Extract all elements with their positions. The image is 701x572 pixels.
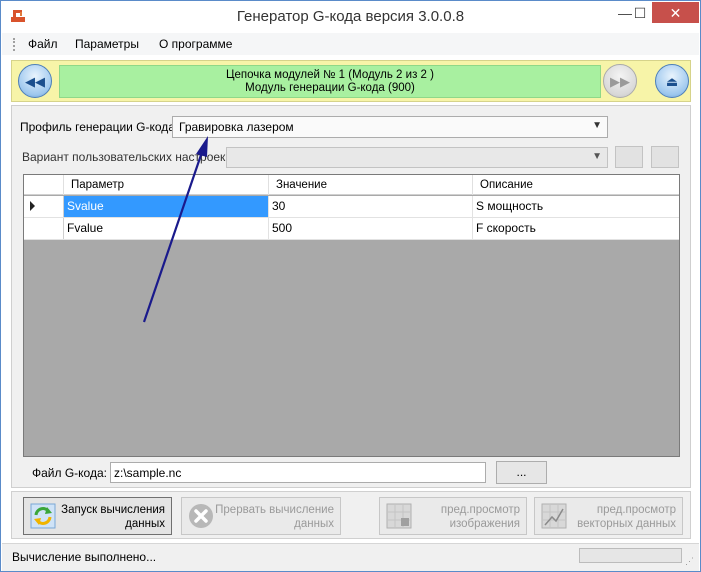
chain-info: Цепочка модулей № 1 (Модуль 2 из 2 ) — [226, 69, 434, 81]
stop-calculation-label: Прервать вычисление данных — [215, 503, 334, 531]
stop-label-line1: Прервать вычисление — [215, 504, 334, 516]
profile-value: Гравировка лазером — [179, 120, 294, 134]
stop-label-line2: данных — [294, 518, 334, 530]
preview-image-line1: пред.просмотр — [440, 504, 520, 516]
image-preview-icon — [386, 503, 412, 529]
parameters-grid: Параметр Значение Описание Svalue 30 S м… — [23, 174, 680, 457]
cell-parameter[interactable]: Svalue — [64, 196, 269, 217]
gcode-file-input[interactable] — [110, 462, 486, 483]
eject-icon: ⏏ — [665, 74, 679, 89]
chevron-down-icon: ▼ — [592, 151, 602, 162]
preview-image-line2: изображения — [449, 518, 520, 530]
progress-bar — [579, 548, 682, 563]
current-row-icon — [30, 201, 35, 211]
start-label-line2: данных — [125, 518, 165, 530]
fast-forward-icon: ▶▶ — [610, 74, 630, 89]
column-header-description[interactable]: Описание — [473, 175, 679, 195]
app-window: Генератор G-кода версия 3.0.0.8 — ☐ ✕ Фа… — [0, 0, 701, 572]
table-row[interactable]: Svalue 30 S мощность — [24, 196, 679, 218]
rewind-icon: ◀◀ — [25, 74, 45, 89]
variant-label: Вариант пользовательских настроек: — [22, 150, 229, 164]
window-title: Генератор G-кода версия 3.0.0.8 — [236, 8, 465, 25]
module-nav-bar: ◀◀ Цепочка модулей № 1 (Модуль 2 из 2 ) … — [11, 60, 691, 102]
profile-select[interactable]: Гравировка лазером ▼ — [172, 116, 608, 138]
stop-calculation-button[interactable]: Прервать вычисление данных — [181, 497, 341, 535]
preview-image-button[interactable]: пред.просмотр изображения — [379, 497, 527, 535]
menu-parameters[interactable]: Параметры — [75, 37, 139, 51]
variant-save-button[interactable] — [615, 146, 643, 168]
preview-vector-button[interactable]: пред.просмотр векторных данных — [534, 497, 683, 535]
maximize-button[interactable]: ☐ — [629, 2, 651, 24]
table-row[interactable]: Fvalue 500 F скорость — [24, 218, 679, 240]
preview-vector-line2: векторных данных — [577, 518, 676, 530]
menu-bar: Файл Параметры О программе — [2, 33, 699, 55]
next-module-button[interactable]: ▶▶ — [603, 64, 637, 98]
cell-value[interactable]: 500 — [269, 218, 473, 239]
menu-file[interactable]: Файл — [28, 37, 58, 51]
status-bar: Вычисление выполнено... ⋰ — [2, 543, 699, 571]
settings-panel: Профиль генерации G-кода: Гравировка лаз… — [11, 105, 691, 488]
cell-value[interactable]: 30 — [269, 196, 473, 217]
close-button[interactable]: ✕ — [652, 2, 699, 23]
title-bar: Генератор G-кода версия 3.0.0.8 — ☐ ✕ — [1, 1, 700, 33]
module-chain-panel: Цепочка модулей № 1 (Модуль 2 из 2 ) Мод… — [59, 65, 601, 98]
cell-description[interactable]: S мощность — [473, 196, 679, 217]
grid-header: Параметр Значение Описание — [24, 175, 679, 195]
preview-vector-label: пред.просмотр векторных данных — [577, 503, 676, 531]
cell-parameter[interactable]: Fvalue — [64, 218, 269, 239]
cell-description[interactable]: F скорость — [473, 218, 679, 239]
previous-module-button[interactable]: ◀◀ — [18, 64, 52, 98]
start-calculation-button[interactable]: Запуск вычисления данных — [23, 497, 172, 535]
row-header[interactable] — [24, 196, 64, 217]
status-text: Вычисление выполнено... — [12, 550, 157, 564]
menu-about[interactable]: О программе — [159, 37, 232, 51]
start-calculation-label: Запуск вычисления данных — [61, 503, 165, 531]
eject-button[interactable]: ⏏ — [655, 64, 689, 98]
menu-grip — [13, 38, 16, 51]
resize-grip-icon[interactable]: ⋰ — [685, 556, 694, 567]
start-label-line1: Запуск вычисления — [61, 504, 165, 516]
row-header[interactable] — [24, 218, 64, 239]
column-header-parameter[interactable]: Параметр — [64, 175, 269, 195]
gcode-file-label: Файл G-кода: — [32, 466, 107, 480]
preview-image-label: пред.просмотр изображения — [441, 503, 520, 531]
action-bar: Запуск вычисления данных Прервать вычисл… — [11, 491, 691, 539]
vector-preview-icon — [541, 503, 567, 529]
recycle-icon — [30, 503, 56, 529]
browse-button[interactable]: ... — [496, 461, 547, 484]
module-info: Модуль генерации G-кода (900) — [245, 82, 415, 94]
column-header-value[interactable]: Значение — [269, 175, 473, 195]
variant-select[interactable]: ▼ — [226, 147, 608, 168]
chevron-down-icon: ▼ — [592, 120, 602, 131]
stop-icon — [188, 503, 214, 529]
variant-delete-button[interactable] — [651, 146, 679, 168]
row-header-corner — [24, 175, 64, 195]
profile-label: Профиль генерации G-кода: — [20, 120, 179, 134]
preview-vector-line1: пред.просмотр — [596, 504, 676, 516]
